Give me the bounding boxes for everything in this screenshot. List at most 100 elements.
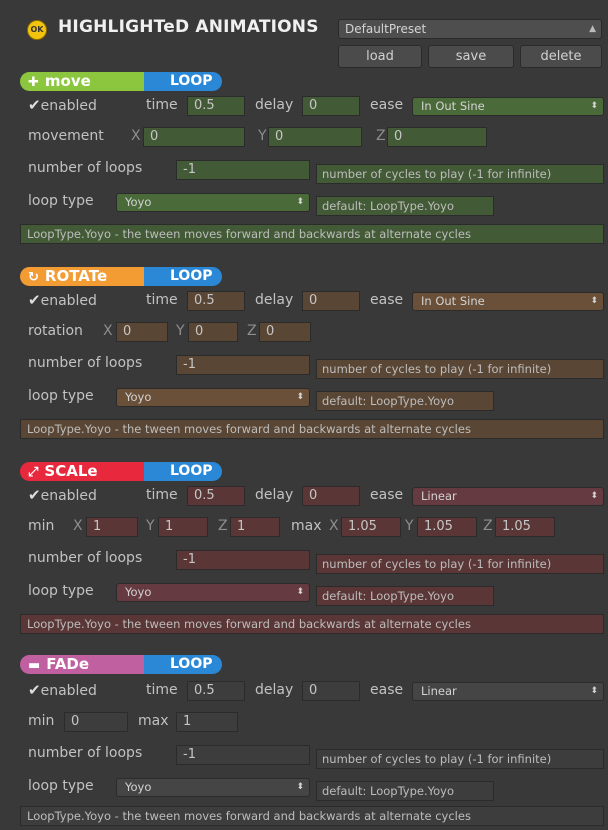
loop-type-label: loop type — [28, 193, 94, 209]
ease-label: ease — [370, 682, 404, 698]
rotate-loop-type-dropdown[interactable]: Yoyo ⬍ — [116, 388, 310, 407]
fade-ease-dropdown[interactable]: Linear ⬍ — [412, 682, 604, 701]
loop-type-value: Yoyo — [125, 390, 152, 404]
scale-ease-dropdown[interactable]: Linear ⬍ — [412, 487, 604, 506]
dropdown-arrow-icon: ⬍ — [590, 101, 598, 111]
dropdown-arrow-icon: ⬍ — [296, 392, 304, 402]
delay-label: delay — [255, 682, 294, 698]
default-hint: default: LoopType.Yoyo — [316, 781, 494, 801]
fade-section: ▬ FADe LOOP ✔enabled time 0.5 delay 0 eas… — [0, 655, 608, 830]
x-label: X — [131, 128, 141, 144]
max-label: max — [138, 713, 169, 729]
number-of-loops-label: number of loops — [28, 160, 143, 176]
scale-max-z-field[interactable]: 1.05 — [495, 517, 555, 537]
move-loop-type-dropdown[interactable]: Yoyo ⬍ — [116, 193, 310, 212]
ease-label: ease — [370, 97, 404, 113]
number-of-loops-label: number of loops — [28, 355, 143, 371]
rotate-enabled-toggle[interactable]: ✔enabled — [28, 291, 97, 309]
rotate-ease-dropdown[interactable]: In Out Sine ⬍ — [412, 292, 604, 311]
min-y-label: Y — [146, 518, 155, 534]
rotate-section: ↻ ROTATe LOOP ✔enabled time 0.5 delay 0 e… — [0, 267, 608, 442]
move-time-field[interactable]: 0.5 — [187, 96, 245, 116]
checkmark-icon: ✔ — [28, 291, 41, 309]
plus-icon: ✚ — [28, 75, 39, 90]
fade-icon: ▬ — [28, 658, 41, 673]
dropdown-arrow-icon: ▲ — [589, 24, 596, 34]
time-label: time — [146, 487, 178, 503]
rotate-loops-field[interactable]: -1 — [176, 355, 310, 375]
y-label: Y — [258, 128, 267, 144]
enabled-label: enabled — [40, 683, 97, 699]
scale-loop-badge: LOOP — [144, 462, 222, 481]
rotate-section-header[interactable]: ↻ ROTATe — [20, 267, 144, 286]
rotate-y-field[interactable]: 0 — [188, 322, 238, 342]
loop-type-value: Yoyo — [125, 195, 152, 209]
scale-min-y-field[interactable]: 1 — [158, 517, 208, 537]
move-x-field[interactable]: 0 — [143, 127, 245, 147]
rotate-x-field[interactable]: 0 — [116, 322, 168, 342]
fade-enabled-toggle[interactable]: ✔enabled — [28, 681, 97, 699]
fade-min-field[interactable]: 0 — [64, 712, 128, 732]
rotation-label: rotation — [28, 323, 83, 339]
preset-dropdown[interactable]: DefaultPreset ▲ — [338, 19, 602, 39]
save-button[interactable]: save — [428, 45, 514, 68]
ease-label: ease — [370, 292, 404, 308]
enabled-label: enabled — [40, 98, 97, 114]
max-x-label: X — [329, 518, 339, 534]
dropdown-arrow-icon: ⬍ — [590, 491, 598, 501]
ease-value: Linear — [421, 684, 457, 698]
scale-loops-field[interactable]: -1 — [176, 550, 310, 570]
max-y-label: Y — [405, 518, 414, 534]
dropdown-arrow-icon: ⬍ — [296, 197, 304, 207]
dropdown-arrow-icon: ⬍ — [590, 686, 598, 696]
rotate-delay-field[interactable]: 0 — [302, 291, 360, 311]
move-title: move — [44, 72, 91, 90]
scale-icon: ⤢ — [28, 465, 39, 480]
cycles-hint: number of cycles to play (-1 for infinit… — [316, 554, 604, 574]
scale-loop-type-dropdown[interactable]: Yoyo ⬍ — [116, 583, 310, 602]
move-section-header[interactable]: ✚ move — [20, 72, 144, 91]
dropdown-arrow-icon: ⬍ — [296, 782, 304, 792]
z-label: Z — [247, 323, 257, 339]
rotate-time-field[interactable]: 0.5 — [187, 291, 245, 311]
number-of-loops-label: number of loops — [28, 745, 143, 761]
max-label: max — [291, 518, 322, 534]
scale-title: SCALe — [44, 462, 98, 480]
ease-value: In Out Sine — [421, 294, 485, 308]
scale-max-y-field[interactable]: 1.05 — [417, 517, 477, 537]
move-delay-field[interactable]: 0 — [302, 96, 360, 116]
move-y-field[interactable]: 0 — [268, 127, 362, 147]
scale-delay-field[interactable]: 0 — [302, 486, 360, 506]
scale-min-x-field[interactable]: 1 — [86, 517, 138, 537]
load-button[interactable]: load — [338, 45, 422, 68]
move-loops-field[interactable]: -1 — [176, 160, 310, 180]
fade-loop-type-dropdown[interactable]: Yoyo ⬍ — [116, 778, 310, 797]
move-ease-dropdown[interactable]: In Out Sine ⬍ — [412, 97, 604, 116]
number-of-loops-label: number of loops — [28, 550, 143, 566]
delay-label: delay — [255, 487, 294, 503]
fade-max-field[interactable]: 1 — [176, 712, 238, 732]
fade-section-header[interactable]: ▬ FADe — [20, 655, 144, 674]
default-hint: default: LoopType.Yoyo — [316, 391, 494, 411]
fade-time-field[interactable]: 0.5 — [187, 681, 245, 701]
delete-button[interactable]: delete — [520, 45, 602, 68]
scale-time-field[interactable]: 0.5 — [187, 486, 245, 506]
min-x-label: X — [73, 518, 83, 534]
scale-enabled-toggle[interactable]: ✔enabled — [28, 486, 97, 504]
fade-loop-badge: LOOP — [144, 655, 222, 674]
fade-loops-field[interactable]: -1 — [176, 745, 310, 765]
scale-section-header[interactable]: ⤢ SCALe — [20, 462, 144, 481]
time-label: time — [146, 292, 178, 308]
fade-delay-field[interactable]: 0 — [302, 681, 360, 701]
move-z-field[interactable]: 0 — [387, 127, 487, 147]
move-section: ✚ move LOOP ✔enabled time 0.5 delay 0 eas… — [0, 72, 608, 247]
scale-max-x-field[interactable]: 1.05 — [341, 517, 401, 537]
delay-label: delay — [255, 292, 294, 308]
y-label: Y — [176, 323, 185, 339]
scale-min-z-field[interactable]: 1 — [230, 517, 280, 537]
scale-section: ⤢ SCALe LOOP ✔enabled time 0.5 delay 0 ea… — [0, 462, 608, 637]
move-enabled-toggle[interactable]: ✔enabled — [28, 96, 97, 114]
loop-type-description: LoopType.Yoyo - the tween moves forward … — [20, 419, 604, 439]
checkmark-icon: ✔ — [28, 96, 41, 114]
rotate-z-field[interactable]: 0 — [259, 322, 311, 342]
